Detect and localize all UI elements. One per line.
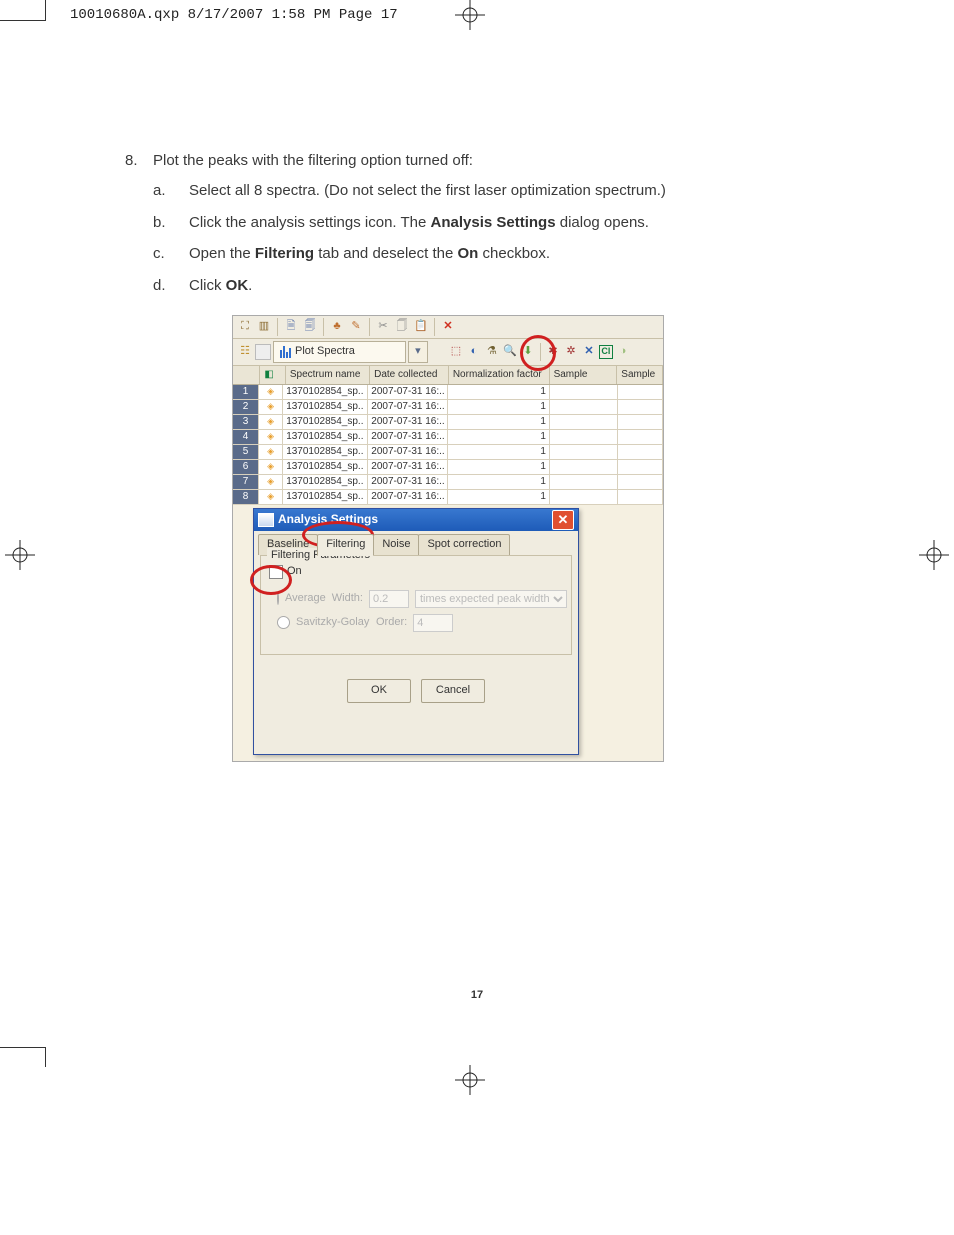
registration-mark (0, 540, 40, 570)
page-number: 17 (0, 988, 954, 1004)
registration-mark (450, 1065, 490, 1095)
dialog-icon (258, 513, 274, 527)
analysis-settings-dialog: Analysis Settings ✕ Baseline Filtering N… (253, 508, 579, 755)
grid-icon[interactable] (255, 344, 271, 360)
delete-icon[interactable]: ✕ (440, 319, 456, 335)
width-input[interactable] (369, 590, 409, 608)
table-row[interactable]: 4◈1370102854_sp..2007-07-31 16:..1 (233, 430, 663, 445)
col-normalization-factor[interactable]: Normalization factor (449, 366, 550, 384)
plot-spectra-button[interactable]: Plot Spectra (273, 341, 406, 363)
analysis-settings-icon[interactable]: 🔍 (502, 344, 518, 360)
chart-icon (280, 346, 291, 358)
dropdown-arrow-icon[interactable]: ▾ (408, 341, 428, 363)
cut-icon[interactable]: ✂ (375, 319, 391, 335)
paste-icon[interactable]: 📋 (413, 319, 429, 335)
tab-filtering[interactable]: Filtering (317, 534, 374, 556)
substep-letter: c. (153, 243, 189, 265)
col-sample-name[interactable]: Sample name (550, 366, 618, 384)
registration-mark (450, 0, 490, 30)
table-header-row: ◧ Spectrum name Date collected Normaliza… (233, 366, 663, 385)
toolbar-main: ☷ Plot Spectra ▾ ⬚ ◐ ⚗ 🔍 ⬇ ✱ ✲ ✕ Cl ◑ (233, 339, 663, 366)
on-label: On (287, 564, 302, 580)
crop-mark (0, 20, 46, 21)
cancel-button[interactable]: Cancel (421, 679, 485, 703)
toolbar-icon[interactable]: ⬇ (520, 344, 536, 360)
table-row[interactable]: 2◈1370102854_sp..2007-07-31 16:..1 (233, 400, 663, 415)
dialog-title: Analysis Settings (278, 511, 378, 528)
substep-letter: d. (153, 275, 189, 297)
toolbar-icon[interactable]: ✕ (581, 344, 597, 360)
crop-mark (45, 0, 46, 20)
toolbar-icon[interactable]: ⛶ (237, 319, 253, 335)
toolbar-icon[interactable]: Cl (599, 345, 613, 359)
toolbar-top: ⛶ ▥ 🗎 🗐 ♣ ✎ ✂ 🗍 📋 ✕ (233, 316, 663, 339)
toolbar-icon[interactable]: ⚗ (484, 344, 500, 360)
tab-noise[interactable]: Noise (373, 534, 419, 555)
average-radio[interactable] (277, 592, 279, 605)
crop-mark (0, 1047, 46, 1048)
table-row[interactable]: 6◈1370102854_sp..2007-07-31 16:..1 (233, 460, 663, 475)
average-label: Average (285, 591, 326, 607)
plot-spectra-label: Plot Spectra (295, 344, 355, 360)
app-screenshot: ⛶ ▥ 🗎 🗐 ♣ ✎ ✂ 🗍 📋 ✕ ☷ Plot Spectra ▾ ⬚ ◐… (232, 315, 664, 762)
toolbar-icon[interactable]: 🗎 (283, 319, 299, 335)
toolbar-icon[interactable]: ✲ (563, 344, 579, 360)
on-checkbox[interactable] (269, 565, 283, 579)
table-row[interactable]: 1◈1370102854_sp..2007-07-31 16:..1 (233, 385, 663, 400)
savitzky-golay-label: Savitzky-Golay (296, 615, 370, 631)
table-body: 1◈1370102854_sp..2007-07-31 16:..12◈1370… (233, 385, 663, 505)
toolbar-icon[interactable]: ♣ (329, 319, 345, 335)
step-intro: Plot the peaks with the filtering option… (153, 152, 473, 169)
width-label: Width: (332, 591, 363, 607)
table-row[interactable]: 7◈1370102854_sp..2007-07-31 16:..1 (233, 475, 663, 490)
col-sample[interactable]: Sample (617, 366, 663, 384)
substep-text: Select all 8 spectra. (Do not select the… (189, 180, 666, 202)
tree-icon[interactable]: ☷ (237, 344, 253, 360)
instruction-content: 8. Plot the peaks with the filtering opt… (125, 150, 905, 315)
width-units-select[interactable]: times expected peak width (415, 590, 567, 608)
savitzky-golay-radio[interactable] (277, 616, 290, 629)
table-row[interactable]: 8◈1370102854_sp..2007-07-31 16:..1 (233, 490, 663, 505)
step-number: 8. (125, 150, 153, 307)
ok-button[interactable]: OK (347, 679, 411, 703)
table-row[interactable]: 5◈1370102854_sp..2007-07-31 16:..1 (233, 445, 663, 460)
toolbar-icon[interactable]: 🗐 (302, 319, 318, 335)
crop-mark-header: 10010680A.qxp 8/17/2007 1:58 PM Page 17 (70, 5, 398, 25)
order-input[interactable] (413, 614, 453, 632)
substep-text: Open the Filtering tab and deselect the … (189, 243, 550, 265)
toolbar-icon[interactable]: ⬚ (448, 344, 464, 360)
toolbar-icon[interactable]: ✱ (545, 344, 561, 360)
close-icon[interactable]: ✕ (552, 510, 574, 530)
toolbar-icon[interactable]: ◑ (615, 344, 631, 360)
substep-letter: a. (153, 180, 189, 202)
registration-mark (914, 540, 954, 570)
dialog-titlebar: Analysis Settings ✕ (254, 509, 578, 531)
crop-mark (45, 1047, 46, 1067)
table-row[interactable]: 3◈1370102854_sp..2007-07-31 16:..1 (233, 415, 663, 430)
order-label: Order: (376, 615, 407, 631)
toolbar-icon[interactable]: ▥ (256, 319, 272, 335)
col-date-collected[interactable]: Date collected (370, 366, 449, 384)
tab-spot-correction[interactable]: Spot correction (418, 534, 510, 555)
col-spectrum-name[interactable]: Spectrum name (286, 366, 370, 384)
filtering-parameters-group: Filtering Parameters On Average Width: t… (260, 555, 572, 655)
toolbar-icon[interactable]: ◐ (466, 344, 482, 360)
substep-text: Click the analysis settings icon. The An… (189, 212, 649, 234)
substep-letter: b. (153, 212, 189, 234)
copy-icon[interactable]: 🗍 (394, 319, 410, 335)
substep-text: Click OK. (189, 275, 252, 297)
toolbar-icon[interactable]: ✎ (348, 319, 364, 335)
